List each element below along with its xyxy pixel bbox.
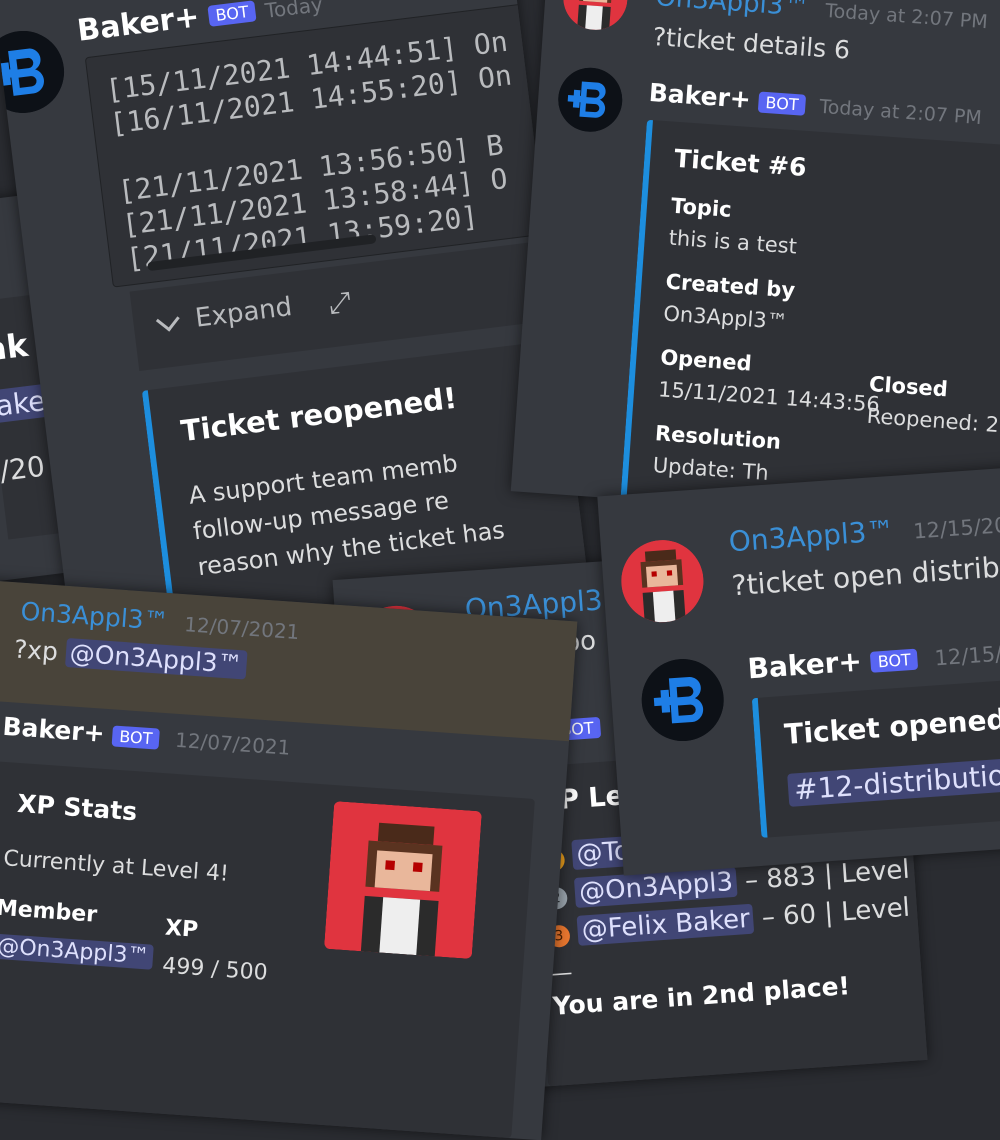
- message-timestamp: Today: [263, 0, 324, 23]
- ticket-opened-embed: Ticket opened! #12-distribution: [751, 673, 1000, 838]
- bot-tag: BOT: [870, 648, 919, 673]
- baker-logo-icon: [641, 659, 724, 742]
- message-timestamp: 12/15/20: [912, 512, 1000, 544]
- pixel-avatar-icon: [561, 0, 630, 33]
- message-timestamp: 12/07/2021: [174, 727, 292, 760]
- embed-accent-bar: [619, 119, 653, 520]
- ticket-details-embed: Ticket #6 Topic this is a test Created b…: [619, 119, 1000, 528]
- bot-tag: BOT: [207, 0, 257, 27]
- user-username[interactable]: On3Appl3™: [728, 514, 896, 558]
- ticket-open-card: On3Appl3™ 12/15/20 ?ticket open distribu…: [597, 464, 1000, 876]
- message-timestamp: Today at 2:07 PM: [818, 95, 983, 130]
- command-message: ?ticket details 6: [651, 22, 851, 65]
- field-label: Topic: [670, 193, 733, 222]
- field-value: this is a test: [667, 225, 798, 259]
- field-label: Member: [0, 895, 98, 928]
- pixel-avatar-icon: [323, 801, 482, 960]
- bot-message-header: Baker+ BOT 12/07/2021: [2, 712, 292, 761]
- pixel-avatar-icon: [618, 537, 707, 625]
- user-message-header: On3Appl3™ 12/15/20: [728, 506, 1000, 558]
- field-value: Update: Th: [652, 453, 770, 486]
- field-value: 499 / 500: [161, 953, 269, 986]
- bot-message-header: Baker+ BOT Today at 2:07 PM: [648, 78, 983, 130]
- xp-stats-card: On3Appl3™ 12/07/2021 ?xp @On3Appl3™ Bake…: [0, 579, 578, 1140]
- channel-link[interactable]: #12-distribution: [787, 757, 1000, 807]
- bot-tag: BOT: [757, 91, 807, 116]
- embed-description: A support team memb follow-up message re…: [187, 440, 507, 585]
- bot-username[interactable]: Baker+: [2, 712, 106, 748]
- bot-avatar[interactable]: [0, 26, 69, 118]
- user-mention[interactable]: @Felix Baker: [576, 903, 755, 946]
- log-lines: [15/11/2021 14:44:51] On [16/11/2021 14:…: [104, 25, 530, 277]
- xp-stats-embed: XP Stats Currently at Level 4! Member @O…: [0, 761, 535, 1139]
- field-label: Opened: [659, 345, 753, 376]
- bot-username[interactable]: Baker+: [75, 0, 201, 49]
- embed-description: Currently at Level 4!: [2, 846, 230, 887]
- command-message: ?ticket open distribu: [730, 549, 1000, 603]
- field-value: Reopened: 21/11/2: [866, 403, 1000, 442]
- embed-accent-bar: [751, 697, 768, 838]
- chevron-down-icon[interactable]: [155, 307, 180, 332]
- bot-avatar[interactable]: [556, 65, 625, 134]
- user-avatar[interactable]: [618, 537, 707, 625]
- embed-title: Ticket #6: [673, 143, 808, 182]
- bot-message-header: Baker+ BOT 12/15/: [747, 635, 1000, 686]
- field-label: Closed: [868, 371, 949, 402]
- user-avatar[interactable]: [561, 0, 630, 33]
- bot-avatar[interactable]: [638, 656, 727, 744]
- log-code-block: [15/11/2021 14:44:51] On [16/11/2021 14:…: [84, 1, 572, 288]
- embed-title: Ticket opened!: [783, 701, 1000, 751]
- embed-title: XP Stats: [16, 788, 139, 827]
- message-timestamp: 12/15/: [933, 641, 1000, 671]
- left-fragment-letter: /20: [0, 449, 47, 488]
- row-stats: – 60 | Level 1: [760, 891, 928, 934]
- field-label: Created by: [664, 269, 796, 303]
- field-value: 15/11/2021 14:43:56: [657, 377, 881, 417]
- expand-button[interactable]: Expand: [194, 292, 294, 334]
- bot-tag: BOT: [111, 724, 161, 750]
- user-username[interactable]: On3Appl3™: [655, 0, 811, 23]
- maximize-icon[interactable]: ⤢: [327, 285, 353, 321]
- field-label: Resolution: [654, 421, 782, 454]
- baker-logo-icon: [0, 30, 65, 113]
- field-label: XP: [164, 915, 199, 943]
- message-timestamp: Today at 2:07 PM: [824, 0, 989, 34]
- user-mention[interactable]: @On3Appl3™: [0, 933, 155, 970]
- ticket-details-card: On3Appl3™ Today at 2:07 PM ?ticket detai…: [510, 0, 1000, 528]
- leaderboard-footer: You are in 2nd place!: [551, 971, 851, 1021]
- embed-title: Ticket reopened!: [178, 380, 459, 449]
- log-message-card: Baker+ BOT Today [15/11/2021 14:44:51] O…: [0, 0, 588, 640]
- field-value: On3Appl3™: [662, 301, 789, 335]
- left-fragment-letter: ak: [0, 325, 30, 369]
- baker-logo-icon: [558, 67, 623, 132]
- bot-username[interactable]: Baker+: [747, 644, 863, 685]
- bot-username[interactable]: Baker+: [648, 78, 752, 114]
- user-thumbnail: [323, 801, 482, 960]
- command-text: ?xp: [13, 634, 59, 667]
